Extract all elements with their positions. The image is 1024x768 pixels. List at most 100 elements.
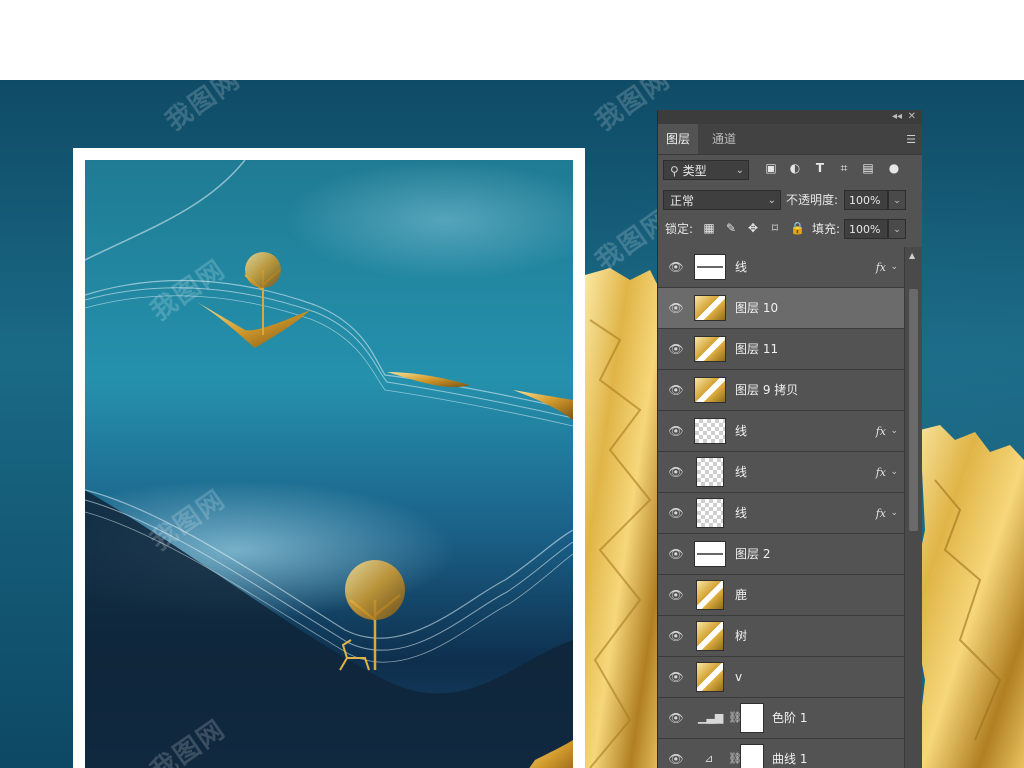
eye-icon[interactable]: 👁 — [668, 671, 684, 683]
close-icon[interactable]: ✕ — [908, 111, 916, 123]
panel-tabs: 图层 通道 ☰ — [658, 124, 922, 155]
eye-icon[interactable]: 👁 — [668, 343, 684, 355]
layer-row[interactable]: 👁 ▁▃▆ ⛓ 色阶 1 — [658, 698, 904, 739]
eye-icon[interactable]: 👁 — [668, 425, 684, 437]
type-filter-icon[interactable]: T — [813, 161, 827, 175]
layer-mask-thumbnail — [740, 744, 764, 768]
tab-layers[interactable]: 图层 — [658, 124, 699, 154]
layer-thumbnail — [694, 295, 726, 321]
layer-thumbnail — [694, 541, 726, 567]
top-white-margin — [0, 0, 1024, 80]
lock-label: 锁定: — [665, 222, 694, 236]
layer-name: 图层 10 — [735, 301, 779, 315]
layer-list-scrollbar[interactable]: ▲ — [904, 247, 922, 768]
layer-thumbnail — [694, 336, 726, 362]
layer-name: 树 — [735, 629, 748, 643]
filter-kind-label: 类型 — [682, 164, 707, 178]
fill-input[interactable]: 100% — [844, 219, 888, 239]
poster-artwork: 我图网 我图网 我图网 — [85, 160, 573, 768]
levels-icon: ▁▃▆ — [698, 711, 724, 724]
image-filter-icon[interactable]: ▣ — [764, 161, 778, 175]
layer-name: 曲线 1 — [772, 752, 808, 766]
chevron-down-icon[interactable]: ⌄ — [890, 247, 898, 288]
blend-mode-value: 正常 — [670, 194, 695, 208]
opacity-dropdown[interactable]: ⌄ — [888, 190, 906, 210]
layer-row[interactable]: 👁 线 fx ⌄ — [658, 411, 904, 452]
layer-thumbnail — [696, 498, 724, 528]
poster-frame: 我图网 我图网 我图网 — [73, 148, 585, 768]
lock-pixels-icon[interactable]: ✎ — [724, 221, 738, 235]
opacity-label: 不透明度: — [786, 193, 839, 207]
layer-thumbnail — [696, 662, 724, 692]
scroll-up-icon[interactable]: ▲ — [909, 251, 915, 260]
lock-position-icon[interactable]: ✥ — [746, 221, 760, 235]
chevron-down-icon: ⌄ — [767, 195, 776, 206]
eye-icon[interactable]: 👁 — [668, 466, 684, 478]
eye-icon[interactable]: 👁 — [668, 261, 684, 273]
layer-name: 图层 11 — [735, 342, 779, 356]
layer-name: 图层 9 拷贝 — [735, 383, 799, 397]
panel-title-strip: ◂◂ ✕ — [658, 110, 922, 124]
layer-name: v — [735, 670, 743, 684]
chevron-down-icon[interactable]: ⌄ — [890, 411, 898, 452]
layer-mask-thumbnail — [740, 703, 764, 733]
layer-list: 👁 线 fx ⌄ 👁 图层 10 👁 图层 11 👁 图层 9 拷贝 👁 线 f… — [658, 247, 904, 768]
filter-toggle-icon[interactable]: ● — [887, 161, 901, 175]
lock-all-icon[interactable]: 🔒 — [790, 221, 805, 235]
layer-row[interactable]: 👁 图层 11 — [658, 329, 904, 370]
scrollbar-thumb[interactable] — [909, 289, 918, 531]
eye-icon[interactable]: 👁 — [668, 507, 684, 519]
blend-mode-select[interactable]: 正常 ⌄ — [663, 190, 781, 210]
eye-icon[interactable]: 👁 — [668, 548, 684, 560]
layer-row-selected[interactable]: 👁 图层 10 — [658, 288, 904, 329]
tab-channels[interactable]: 通道 — [704, 124, 744, 154]
layer-thumbnail — [696, 621, 724, 651]
layer-thumbnail — [696, 580, 724, 610]
shape-filter-icon[interactable]: ⌗ — [837, 161, 851, 175]
adjustment-filter-icon[interactable]: ◐ — [788, 161, 802, 175]
layer-row[interactable]: 👁 树 — [658, 616, 904, 657]
eye-icon[interactable]: 👁 — [668, 753, 684, 765]
filter-kind-select[interactable]: ⚲ 类型 ⌄ — [663, 160, 749, 180]
layer-row[interactable]: 👁 鹿 — [658, 575, 904, 616]
filter-row: ⚲ 类型 ⌄ ▣ ◐ T ⌗ ▤ ● — [658, 155, 922, 183]
eye-icon[interactable]: 👁 — [668, 589, 684, 601]
layer-name: 线 — [735, 424, 748, 438]
fx-icon[interactable]: fx — [876, 411, 886, 452]
fx-icon[interactable]: fx — [876, 493, 886, 534]
layer-row[interactable]: 👁 图层 9 拷贝 — [658, 370, 904, 411]
panel-menu-icon[interactable]: ☰ — [906, 133, 916, 146]
search-icon: ⚲ — [670, 164, 679, 178]
layer-thumbnail — [694, 254, 726, 280]
fx-icon[interactable]: fx — [876, 452, 886, 493]
smart-object-filter-icon[interactable]: ▤ — [861, 161, 875, 175]
layer-row[interactable]: 👁 线 fx ⌄ — [658, 247, 904, 288]
layer-row[interactable]: 👁 线 fx ⌄ — [658, 452, 904, 493]
collapse-icon[interactable]: ◂◂ — [892, 111, 902, 123]
layer-row[interactable]: 👁 ⊿ ⛓ 曲线 1 — [658, 739, 904, 768]
chevron-down-icon[interactable]: ⌄ — [890, 452, 898, 493]
layer-name: 鹿 — [735, 588, 748, 602]
layer-name: 线 — [735, 260, 748, 274]
eye-icon[interactable]: 👁 — [668, 712, 684, 724]
layer-row[interactable]: 👁 线 fx ⌄ — [658, 493, 904, 534]
layer-row[interactable]: 👁 v — [658, 657, 904, 698]
chevron-down-icon[interactable]: ⌄ — [890, 493, 898, 534]
layer-name: 图层 2 — [735, 547, 771, 561]
lock-artboard-icon[interactable]: ⌑ — [768, 221, 782, 235]
curves-icon: ⊿ — [704, 752, 714, 765]
layer-name: 线 — [735, 465, 748, 479]
layer-thumbnail — [694, 377, 726, 403]
fill-label: 填充: — [812, 222, 841, 236]
opacity-input[interactable]: 100% — [844, 190, 888, 210]
layer-name: 线 — [735, 506, 748, 520]
layer-thumbnail — [694, 418, 726, 444]
eye-icon[interactable]: 👁 — [668, 384, 684, 396]
layer-row[interactable]: 👁 图层 2 — [658, 534, 904, 575]
lock-transparency-icon[interactable]: ▦ — [702, 221, 716, 235]
fx-icon[interactable]: fx — [876, 247, 886, 288]
eye-icon[interactable]: 👁 — [668, 630, 684, 642]
fill-dropdown[interactable]: ⌄ — [888, 219, 906, 239]
layer-name: 色阶 1 — [772, 711, 808, 725]
eye-icon[interactable]: 👁 — [668, 302, 684, 314]
